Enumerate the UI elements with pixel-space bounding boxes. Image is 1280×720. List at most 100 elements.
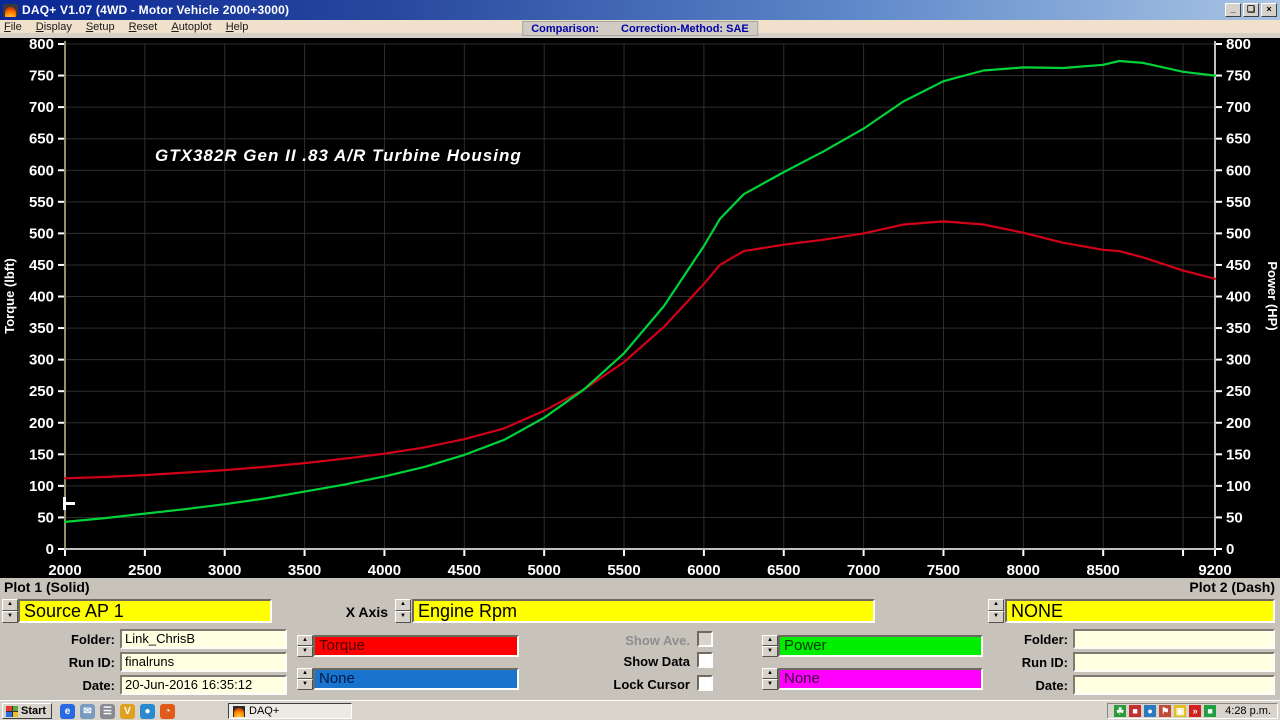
plot1-y1-combo[interactable]: Torque: [313, 635, 519, 657]
plot1-source-combo[interactable]: Source AP 1: [18, 599, 272, 623]
y-tick-label-left: 100: [29, 478, 54, 495]
plot2-y1-spinner[interactable]: ▲▼: [762, 635, 778, 657]
lock-cursor-label: Lock Cursor: [540, 677, 690, 692]
runid-field-left[interactable]: finalruns: [120, 652, 287, 672]
x-tick-label: 3500: [288, 562, 321, 578]
folder-field-right[interactable]: [1073, 629, 1275, 649]
show-data-label: Show Data: [540, 654, 690, 669]
media-icon[interactable]: V: [120, 704, 135, 719]
x-tick-label: 9200: [1198, 562, 1231, 578]
y-tick-label-left: 650: [29, 131, 54, 148]
folder-label-right: Folder:: [990, 632, 1068, 647]
daq-task-icon: [233, 706, 245, 717]
mail-icon[interactable]: ✉: [80, 704, 95, 719]
spin-up[interactable]: ▲: [395, 599, 411, 611]
comparison-label: Comparison:: [531, 23, 599, 35]
spin-down[interactable]: ▼: [395, 611, 411, 623]
x-tick-label: 7000: [847, 562, 880, 578]
menu-item-autoplot[interactable]: Autoplot: [171, 21, 211, 33]
plot2-y1-combo[interactable]: Power: [778, 635, 983, 657]
y-tick-label-right: 50: [1226, 509, 1243, 526]
menu-item-setup[interactable]: Setup: [86, 21, 115, 33]
x-tick-label: 7500: [927, 562, 960, 578]
tray-icon-4[interactable]: ⚑: [1159, 705, 1171, 717]
menu-item-help[interactable]: Help: [226, 21, 249, 33]
document-icon[interactable]: ☰: [100, 704, 115, 719]
plot2-source-combo[interactable]: NONE: [1005, 599, 1275, 623]
daq-task-button[interactable]: DAQ+: [228, 703, 352, 719]
source-spinner[interactable]: ▲▼: [2, 599, 18, 623]
browser-icon[interactable]: ◔: [160, 704, 175, 719]
tray-icon-1[interactable]: ☘: [1114, 705, 1126, 717]
daq-task-label: DAQ+: [249, 705, 279, 717]
quick-launch-bar: e ✉ ☰ V ● ◔: [60, 703, 175, 719]
tray-icon-7[interactable]: ■: [1204, 705, 1216, 717]
y-tick-label-left: 500: [29, 225, 54, 242]
runid-field-right[interactable]: [1073, 652, 1275, 672]
spin-up[interactable]: ▲: [988, 599, 1004, 611]
spin-down[interactable]: ▼: [297, 679, 313, 690]
tray-icon-6[interactable]: »: [1189, 705, 1201, 717]
x-axis-spinner[interactable]: ▲▼: [395, 599, 411, 623]
taskbar-clock[interactable]: 4:28 p.m.: [1225, 705, 1271, 717]
spin-up[interactable]: ▲: [297, 668, 313, 679]
plot2-header: Plot 2 (Dash): [1189, 579, 1275, 595]
folder-field-left[interactable]: Link_ChrisB: [120, 629, 287, 649]
show-ave-label: Show Ave.: [540, 633, 690, 648]
start-button[interactable]: Start: [2, 703, 52, 719]
plot2-y2-combo[interactable]: None: [778, 668, 983, 690]
show-data-checkbox[interactable]: [697, 652, 713, 668]
menu-item-display[interactable]: Display: [36, 21, 72, 33]
data-cursor-mark[interactable]: [66, 502, 75, 505]
date-field-left[interactable]: 20-Jun-2016 16:35:12: [120, 675, 287, 695]
spin-down[interactable]: ▼: [988, 611, 1004, 623]
data-cursor-mark[interactable]: [63, 497, 66, 510]
correction-method-label: Correction-Method: SAE: [621, 23, 749, 35]
runid-label-left: Run ID:: [35, 655, 115, 670]
close-button[interactable]: ×: [1261, 3, 1277, 17]
y-tick-label-left: 0: [46, 541, 54, 558]
show-ave-checkbox: [697, 631, 713, 647]
tray-icon-3[interactable]: ●: [1144, 705, 1156, 717]
menu-item-file[interactable]: File: [4, 21, 22, 33]
tray-icon-2[interactable]: ■: [1129, 705, 1141, 717]
restore-button[interactable]: ❏: [1243, 3, 1259, 17]
tray-icon-5[interactable]: ▣: [1174, 705, 1186, 717]
x-tick-label: 6500: [767, 562, 800, 578]
spin-down[interactable]: ▼: [762, 646, 778, 657]
y-tick-label-left: 700: [29, 99, 54, 116]
spin-up[interactable]: ▲: [762, 635, 778, 646]
plot2-source-spinner[interactable]: ▲▼: [988, 599, 1004, 623]
x-tick-label: 5000: [527, 562, 560, 578]
y-tick-label-right: 550: [1226, 194, 1251, 211]
spin-up[interactable]: ▲: [2, 599, 18, 611]
title-bar: DAQ+ V1.07 (4WD - Motor Vehicle 2000+300…: [0, 0, 1280, 20]
window-title: DAQ+ V1.07 (4WD - Motor Vehicle 2000+300…: [22, 3, 1225, 17]
y-tick-label-left: 50: [37, 509, 54, 526]
plot2-y2-spinner[interactable]: ▲▼: [762, 668, 778, 690]
minimize-button[interactable]: _: [1225, 3, 1241, 17]
date-field-right[interactable]: [1073, 675, 1275, 695]
y-tick-label-right: 650: [1226, 131, 1251, 148]
spin-down[interactable]: ▼: [762, 679, 778, 690]
spin-up[interactable]: ▲: [762, 668, 778, 679]
plot1-y2-spinner[interactable]: ▲▼: [297, 668, 313, 690]
x-axis-label: X Axis: [300, 604, 388, 620]
menu-item-reset[interactable]: Reset: [129, 21, 158, 33]
spin-down[interactable]: ▼: [297, 646, 313, 657]
plot1-y2-combo[interactable]: None: [313, 668, 519, 690]
ie-icon[interactable]: e: [60, 704, 75, 719]
x-tick-label: 4500: [448, 562, 481, 578]
messenger-icon[interactable]: ●: [140, 704, 155, 719]
spin-up[interactable]: ▲: [297, 635, 313, 646]
spin-down[interactable]: ▼: [2, 611, 18, 623]
y-tick-label-right: 100: [1226, 478, 1251, 495]
x-tick-label: 2000: [48, 562, 81, 578]
plot1-header: Plot 1 (Solid): [4, 579, 90, 595]
folder-label-left: Folder:: [35, 632, 115, 647]
dyno-chart: 0050501001001501502002002502503003003503…: [0, 38, 1280, 578]
x-axis-combo[interactable]: Engine Rpm: [412, 599, 875, 623]
lock-cursor-checkbox[interactable]: [697, 675, 713, 691]
plot1-y1-spinner[interactable]: ▲▼: [297, 635, 313, 657]
daq-app-window: DAQ+ V1.07 (4WD - Motor Vehicle 2000+300…: [0, 0, 1280, 720]
